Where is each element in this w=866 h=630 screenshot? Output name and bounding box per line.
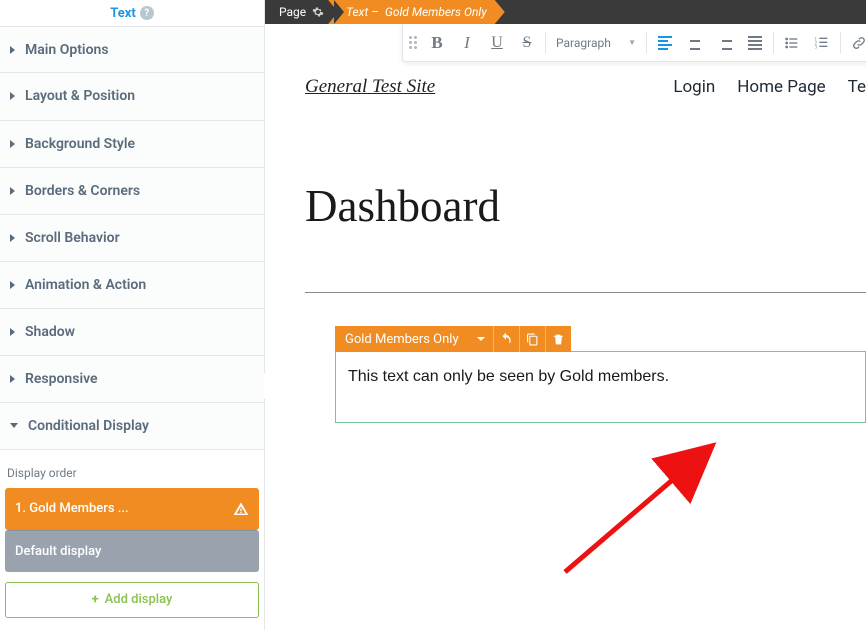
plus-icon: +	[92, 592, 99, 607]
chevron-right-icon	[10, 234, 15, 242]
paragraph-style-select[interactable]: Paragraph ▼	[550, 29, 642, 57]
chevron-right-icon	[10, 92, 15, 100]
section-label: Scroll Behavior	[25, 230, 120, 246]
element-header: Gold Members Only	[335, 326, 571, 352]
conditional-display-body: Display order 1. Gold Members ... Defaul…	[0, 450, 264, 630]
section-label: Shadow	[25, 324, 75, 340]
display-row-label: Default display	[15, 544, 101, 559]
panel-title: Text ?	[0, 0, 264, 26]
align-right-button[interactable]	[711, 29, 739, 57]
underline-button[interactable]: U	[483, 29, 511, 57]
section-label: Conditional Display	[28, 418, 149, 434]
display-row-default[interactable]: Default display	[5, 530, 259, 572]
add-display-button[interactable]: + Add display	[5, 582, 259, 618]
chevron-right-icon	[10, 281, 15, 289]
section-shadow[interactable]: Shadow	[0, 309, 264, 356]
section-label: Background Style	[25, 136, 135, 152]
delete-icon[interactable]	[545, 326, 571, 352]
strikethrough-button[interactable]: S	[513, 29, 541, 57]
drag-handle-icon[interactable]	[409, 36, 417, 49]
breadcrumb-sel-prefix: Text –	[346, 5, 379, 19]
svg-text:3: 3	[815, 45, 818, 50]
page-title[interactable]: Dashboard	[305, 180, 866, 232]
section-scroll-behavior[interactable]: Scroll Behavior	[0, 215, 264, 262]
chevron-right-icon	[10, 328, 15, 336]
chevron-right-icon	[10, 46, 15, 54]
nav-login[interactable]: Login	[673, 77, 715, 97]
chevron-down-icon: ▼	[628, 38, 636, 47]
page-canvas[interactable]: General Test Site Login Home Page Te Das…	[265, 24, 866, 630]
add-display-label: Add display	[105, 592, 173, 607]
horizontal-rule[interactable]	[305, 292, 866, 293]
display-row-label: 1. Gold Members ...	[15, 501, 129, 516]
bold-button[interactable]: B	[423, 29, 451, 57]
chevron-right-icon	[10, 140, 15, 148]
warning-icon	[233, 501, 249, 517]
section-conditional-display[interactable]: Conditional Display	[0, 403, 264, 450]
site-title[interactable]: General Test Site	[305, 76, 435, 98]
chevron-right-icon	[10, 187, 15, 195]
section-label: Responsive	[25, 371, 98, 387]
toolbar-separator	[773, 32, 774, 54]
section-label: Borders & Corners	[25, 183, 140, 199]
section-animation-action[interactable]: Animation & Action	[0, 262, 264, 309]
element-header-dropdown[interactable]	[469, 326, 493, 352]
gear-icon[interactable]	[312, 6, 324, 18]
toolbar-separator	[840, 32, 841, 54]
align-left-button[interactable]	[651, 29, 679, 57]
chevron-down-icon	[10, 423, 18, 428]
section-main-options[interactable]: Main Options	[0, 26, 264, 73]
link-button[interactable]	[845, 29, 866, 57]
copy-icon[interactable]	[519, 326, 545, 352]
section-background-style[interactable]: Background Style	[0, 121, 264, 168]
section-label: Layout & Position	[25, 88, 135, 104]
chevron-right-icon	[10, 375, 15, 383]
section-responsive[interactable]: Responsive	[0, 356, 264, 403]
breadcrumb-sel-name: Gold Members Only	[385, 5, 487, 19]
numbered-list-button[interactable]: 123	[808, 29, 836, 57]
richtext-toolbar: B I U S Paragraph ▼	[402, 24, 866, 62]
section-borders-corners[interactable]: Borders & Corners	[0, 168, 264, 215]
section-label: Main Options	[25, 42, 109, 58]
align-justify-button[interactable]	[741, 29, 769, 57]
property-panel: Text ? Main Options Layout & Position Ba…	[0, 0, 265, 630]
italic-button[interactable]: I	[453, 29, 481, 57]
help-icon[interactable]: ?	[140, 6, 154, 20]
element-header-label[interactable]: Gold Members Only	[335, 326, 469, 352]
undo-icon[interactable]	[493, 326, 519, 352]
nav-trunc[interactable]: Te	[848, 77, 866, 97]
breadcrumb-page-label: Page	[279, 5, 306, 19]
canvas-stage: Page Text – Gold Members Only B I U S Pa…	[265, 0, 866, 630]
toolbar-separator	[545, 32, 546, 54]
panel-title-text: Text	[110, 6, 136, 21]
bullet-list-button[interactable]	[778, 29, 806, 57]
nav-home[interactable]: Home Page	[737, 77, 825, 97]
breadcrumb-page[interactable]: Page	[265, 0, 334, 24]
display-row-gold-members[interactable]: 1. Gold Members ...	[5, 488, 259, 530]
section-layout-position[interactable]: Layout & Position	[0, 73, 264, 120]
breadcrumb-selected[interactable]: Text – Gold Members Only	[328, 0, 505, 24]
breadcrumb-bar: Page Text – Gold Members Only	[265, 0, 866, 24]
site-nav: Login Home Page Te	[673, 77, 866, 97]
section-label: Animation & Action	[25, 277, 146, 293]
paragraph-style-label: Paragraph	[556, 36, 611, 50]
selected-text-element[interactable]: Gold Members Only This text can only be …	[335, 351, 866, 423]
align-center-button[interactable]	[681, 29, 709, 57]
toolbar-separator	[646, 32, 647, 54]
text-content[interactable]: This text can only be seen by Gold membe…	[336, 352, 865, 422]
display-order-label: Display order	[7, 466, 261, 480]
